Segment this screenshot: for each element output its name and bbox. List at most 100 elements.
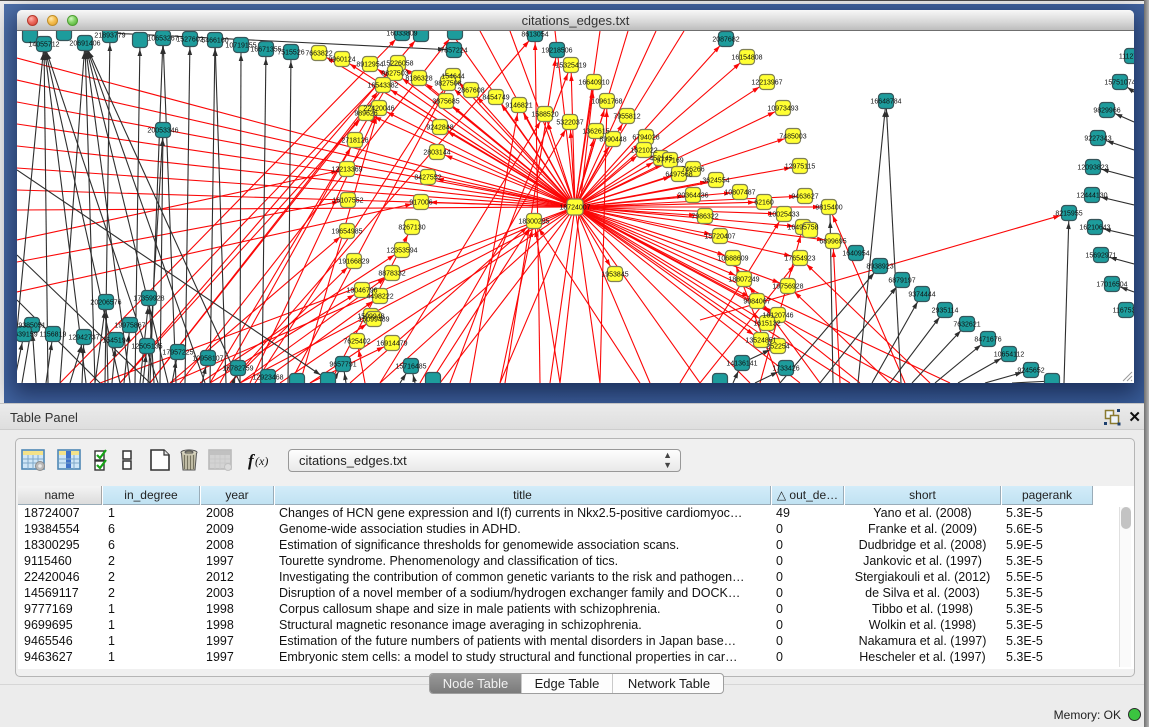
svg-text:20364436: 20364436 xyxy=(677,193,708,200)
svg-text:989626: 989626 xyxy=(354,111,377,118)
svg-text:12942737: 12942737 xyxy=(68,335,99,342)
svg-text:8454749: 8454749 xyxy=(482,95,509,102)
svg-text:15716485: 15716485 xyxy=(395,364,426,371)
svg-text:10653267: 10653267 xyxy=(147,36,178,43)
svg-text:10025433: 10025433 xyxy=(768,212,799,219)
svg-text:19166829: 19166829 xyxy=(338,259,369,266)
svg-text:14136141: 14136141 xyxy=(726,361,757,368)
svg-text:10961768: 10961768 xyxy=(591,99,622,106)
svg-text:20691406: 20691406 xyxy=(69,41,100,48)
svg-text:17654923: 17654923 xyxy=(784,256,815,263)
svg-text:7485003: 7485003 xyxy=(779,134,806,141)
svg-text:4498222: 4498222 xyxy=(366,294,393,301)
svg-text:(x): (x) xyxy=(255,454,268,468)
svg-text:18807249: 18807249 xyxy=(728,277,759,284)
svg-text:18300295: 18300295 xyxy=(518,219,549,226)
svg-text:20206576: 20206576 xyxy=(90,300,121,307)
svg-text:1156819: 1156819 xyxy=(40,332,67,339)
svg-text:16914479: 16914479 xyxy=(376,341,407,348)
svg-text:19654985: 19654985 xyxy=(331,229,362,236)
svg-text:1527602: 1527602 xyxy=(176,37,203,44)
svg-text:1733426: 1733426 xyxy=(772,366,799,373)
svg-text:9084067: 9084067 xyxy=(743,299,770,306)
svg-text:10807487: 10807487 xyxy=(724,190,755,197)
svg-text:12093823: 12093823 xyxy=(1077,165,1108,172)
svg-text:6899695: 6899695 xyxy=(819,239,846,246)
svg-text:19218506: 19218506 xyxy=(541,48,572,55)
svg-text:9657791: 9657791 xyxy=(329,362,356,369)
svg-text:8186328: 8186328 xyxy=(405,76,432,83)
svg-text:7986322: 7986322 xyxy=(691,214,718,221)
svg-text:16120746: 16120746 xyxy=(762,313,793,320)
svg-text:17359928: 17359928 xyxy=(133,296,164,303)
svg-text:9242848: 9242848 xyxy=(426,125,453,132)
svg-text:7515526: 7515526 xyxy=(277,50,304,57)
svg-text:8878332: 8878332 xyxy=(378,271,405,278)
svg-text:12444130: 12444130 xyxy=(1076,193,1107,200)
svg-text:7625402: 7625402 xyxy=(343,339,370,346)
svg-text:2087682: 2087682 xyxy=(712,37,739,44)
svg-text:16210643: 16210643 xyxy=(1079,225,1110,232)
svg-text:16107552: 16107552 xyxy=(332,198,363,205)
svg-text:2718126: 2718126 xyxy=(341,138,368,145)
svg-text:16782759: 16782759 xyxy=(222,366,253,373)
svg-text:1639159: 1639159 xyxy=(17,332,38,339)
svg-text:1362615: 1362615 xyxy=(582,129,609,136)
svg-text:1953845: 1953845 xyxy=(601,272,628,279)
svg-text:14055712: 14055712 xyxy=(28,42,59,49)
svg-text:2935114: 2935114 xyxy=(932,308,959,315)
svg-text:5322037: 5322037 xyxy=(556,120,583,127)
svg-text:10688609: 10688609 xyxy=(717,256,748,263)
svg-text:15226058: 15226058 xyxy=(382,61,413,68)
svg-text:7857224: 7857224 xyxy=(440,48,467,55)
svg-text:12213967: 12213967 xyxy=(751,80,782,87)
svg-text:21893779: 21893779 xyxy=(94,33,125,40)
svg-text:8938923: 8938923 xyxy=(866,264,893,271)
svg-text:16640910: 16640910 xyxy=(578,80,609,87)
svg-text:62160: 62160 xyxy=(754,200,774,207)
svg-text:9815400: 9815400 xyxy=(815,205,842,212)
svg-text:15751074: 15751074 xyxy=(1104,80,1134,87)
svg-text:3624554: 3624554 xyxy=(702,178,729,185)
svg-text:16495758: 16495758 xyxy=(787,225,818,232)
svg-text:19975867: 19975867 xyxy=(114,323,145,330)
svg-text:17957225: 17957225 xyxy=(162,350,193,357)
svg-text:10654112: 10654112 xyxy=(994,352,1025,359)
svg-text:20053346: 20053346 xyxy=(147,128,178,135)
svg-text:12975115: 12975115 xyxy=(785,164,816,171)
svg-text:7955812: 7955812 xyxy=(613,114,640,121)
svg-text:12505135: 12505135 xyxy=(131,344,162,351)
svg-text:3875685: 3875685 xyxy=(432,99,459,106)
svg-text:8215955: 8215955 xyxy=(1055,211,1082,218)
svg-text:917006: 917006 xyxy=(409,200,432,207)
svg-text:8471676: 8471676 xyxy=(974,337,1001,344)
svg-text:12353594: 12353594 xyxy=(386,248,417,255)
svg-text:15720407: 15720407 xyxy=(704,234,735,241)
svg-text:9385051: 9385051 xyxy=(18,323,45,330)
svg-text:16033809: 16033809 xyxy=(386,31,417,38)
svg-text:18724007: 18724007 xyxy=(559,205,590,212)
svg-text:2867608: 2867608 xyxy=(457,88,484,95)
svg-text:19756928: 19756928 xyxy=(772,284,803,291)
svg-text:1615132: 1615132 xyxy=(753,321,780,328)
svg-text:10973493: 10973493 xyxy=(767,106,798,113)
svg-text:12213369: 12213369 xyxy=(331,167,362,174)
svg-text:8267130: 8267130 xyxy=(398,225,425,232)
svg-text:252254: 252254 xyxy=(766,344,789,351)
svg-text:17016504: 17016504 xyxy=(1096,282,1127,289)
svg-text:7632621: 7632621 xyxy=(953,322,980,329)
svg-text:15099489: 15099489 xyxy=(358,317,389,324)
svg-text:1112747: 1112747 xyxy=(1119,54,1134,61)
svg-text:9829966: 9829966 xyxy=(1093,108,1120,115)
svg-text:9960124: 9960124 xyxy=(328,57,355,64)
svg-text:9827508: 9827508 xyxy=(434,81,461,88)
svg-text:6497568: 6497568 xyxy=(665,172,692,179)
svg-text:16543382: 16543382 xyxy=(367,83,398,90)
svg-text:16154808: 16154808 xyxy=(731,55,762,62)
svg-text:1545194: 1545194 xyxy=(102,338,129,345)
svg-text:9463627: 9463627 xyxy=(791,194,818,201)
svg-text:12923468: 12923468 xyxy=(252,375,283,382)
svg-text:1621022: 1621022 xyxy=(630,148,657,155)
svg-text:6794028: 6794028 xyxy=(632,135,659,142)
svg-text:10958107: 10958107 xyxy=(192,356,223,363)
